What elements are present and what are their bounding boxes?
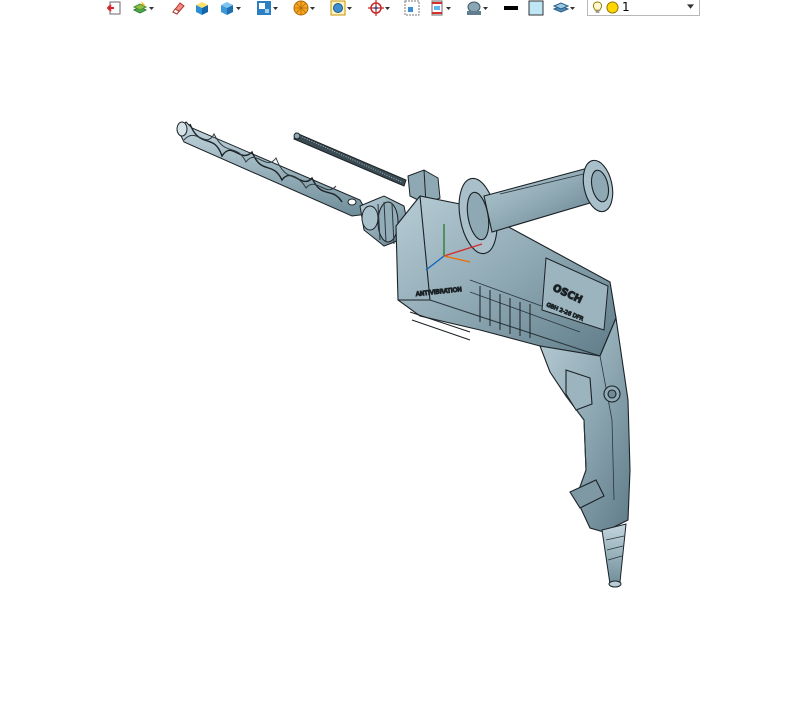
chevron-down-icon[interactable] bbox=[482, 0, 489, 16]
chevron-down-icon[interactable] bbox=[346, 0, 353, 16]
chevron-down-icon[interactable] bbox=[569, 0, 576, 16]
eraser-icon bbox=[172, 2, 185, 15]
drill-bit[interactable] bbox=[176, 121, 369, 217]
graphics-toolbar: 1 bbox=[0, 0, 795, 18]
yellow-circle-icon bbox=[606, 0, 619, 14]
hammer-drill-model[interactable]: ANTIVIBRATION OSCH GBH 2-26 DFR bbox=[0, 18, 795, 699]
render-style-icon bbox=[293, 0, 309, 16]
shaded-cube-icon bbox=[196, 2, 208, 15]
line-color-swatch bbox=[504, 6, 518, 10]
zoom-fit-icon bbox=[404, 0, 420, 16]
view-orientation-icon bbox=[257, 1, 271, 15]
lightbulb-icon bbox=[592, 1, 603, 13]
chevron-down-icon[interactable] bbox=[384, 0, 391, 16]
snap-target-button[interactable] bbox=[368, 0, 391, 16]
display-filter-button[interactable] bbox=[330, 0, 353, 16]
chevron-down-icon[interactable] bbox=[272, 0, 279, 16]
depth-stop-rod[interactable] bbox=[293, 132, 407, 187]
display-filter-icon bbox=[330, 0, 346, 16]
chevron-down-icon[interactable] bbox=[309, 0, 316, 16]
blue-cube-icon bbox=[221, 2, 233, 15]
section-view-button[interactable] bbox=[429, 0, 452, 16]
layer-selector-value: 1 bbox=[622, 0, 630, 14]
power-cable-sleeve[interactable] bbox=[601, 523, 627, 588]
view-orientation-button[interactable] bbox=[256, 0, 279, 16]
line-color-button[interactable] bbox=[503, 0, 519, 16]
layer-stack-icon bbox=[553, 2, 569, 13]
chevron-down-icon[interactable] bbox=[148, 0, 155, 16]
graphics-viewport[interactable]: ANTIVIBRATION OSCH GBH 2-26 DFR bbox=[0, 18, 795, 699]
exit-sketch-icon bbox=[107, 1, 121, 15]
layer-stack-button[interactable] bbox=[553, 0, 576, 16]
chevron-down-icon[interactable] bbox=[687, 4, 694, 9]
section-view-icon bbox=[431, 0, 443, 16]
exit-sketch-button[interactable] bbox=[107, 0, 123, 16]
zoom-fit-button[interactable] bbox=[404, 0, 420, 16]
background-color-icon bbox=[467, 1, 481, 15]
layer-selector[interactable]: 1 bbox=[587, 0, 700, 16]
fill-color-swatch bbox=[528, 0, 544, 16]
eraser-button[interactable] bbox=[170, 0, 186, 16]
solid-cube-button[interactable] bbox=[219, 0, 242, 16]
snap-target-icon bbox=[368, 0, 384, 16]
sketch-layers-icon bbox=[132, 1, 148, 14]
render-style-button[interactable] bbox=[293, 0, 316, 16]
chevron-down-icon[interactable] bbox=[445, 0, 452, 16]
background-color-button[interactable] bbox=[466, 0, 489, 16]
sketch-layers-button[interactable] bbox=[132, 0, 155, 16]
fill-color-button[interactable] bbox=[528, 0, 544, 16]
shaded-cube-button[interactable] bbox=[194, 0, 210, 16]
chevron-down-icon[interactable] bbox=[235, 0, 242, 16]
